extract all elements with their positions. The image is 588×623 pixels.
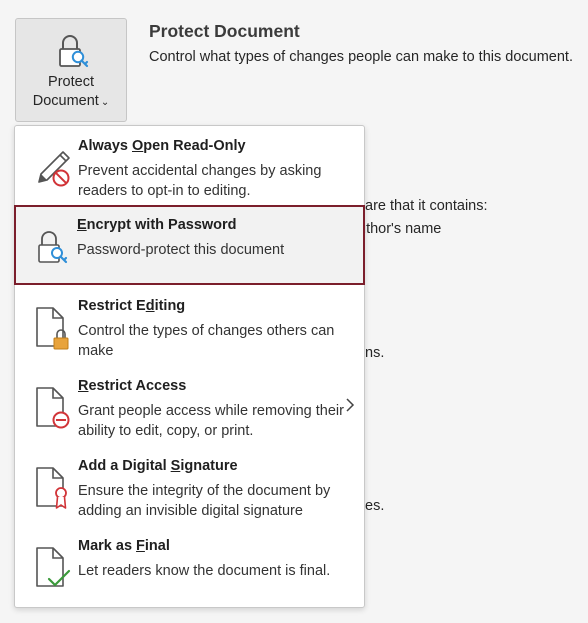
document-check-icon — [36, 547, 71, 587]
menu-item-description: Ensure the integrity of the document by … — [78, 483, 331, 519]
menu-item-encrypt-with-password[interactable]: Encrypt with Password Password-protect t… — [14, 205, 365, 285]
menu-item-title: Always Open Read-Only — [78, 138, 246, 154]
chevron-right-icon — [346, 398, 355, 412]
menu-item-description: Prevent accidental changes by asking rea… — [78, 163, 322, 199]
menu-item-description: Control the types of changes others can … — [78, 323, 335, 359]
menu-item-title: Mark as Final — [78, 538, 170, 554]
menu-item-description: Let readers know the document is final. — [78, 563, 331, 579]
menu-item-title: Restrict Editing — [78, 298, 186, 314]
menu-item-description: Password-protect this document — [77, 242, 285, 258]
background-text-4: es. — [365, 498, 385, 514]
menu-item-restrict-access[interactable]: Restrict Access Grant people access whil… — [15, 366, 364, 446]
background-text-3: ns. — [365, 345, 385, 361]
section-description: Control what types of changes people can… — [149, 49, 573, 65]
protect-document-menu: Always Open Read-Only Prevent accidental… — [14, 125, 365, 608]
lock-key-icon — [38, 231, 68, 264]
background-text-2: uthor's name — [358, 221, 442, 237]
protect-label-line1: Protect — [48, 74, 94, 90]
background-text-1: are that it contains: — [365, 198, 488, 214]
menu-item-title: Encrypt with Password — [77, 217, 237, 233]
section-title: Protect Document — [149, 21, 300, 41]
pencil-prohibited-icon — [38, 151, 70, 187]
chevron-down-icon: ⌄ — [100, 97, 110, 108]
protect-document-label: Protect Document ⌄ — [16, 73, 126, 112]
menu-item-always-open-read-only[interactable]: Always Open Read-Only Prevent accidental… — [15, 126, 364, 206]
menu-item-restrict-editing[interactable]: Restrict Editing Control the types of ch… — [15, 286, 364, 366]
lock-key-icon — [59, 35, 89, 68]
protect-document-button[interactable]: Protect Document ⌄ — [15, 18, 127, 122]
document-ribbon-icon — [36, 467, 67, 509]
menu-item-mark-as-final[interactable]: Mark as Final Let readers know the docum… — [15, 526, 364, 606]
protect-label-line2: Document — [32, 93, 99, 109]
menu-item-description: Grant people access while removing their… — [78, 403, 344, 439]
menu-item-title: Restrict Access — [78, 378, 187, 394]
document-restricted-icon — [36, 387, 70, 429]
menu-item-title: Add a Digital Signature — [78, 458, 238, 474]
protect-document-pane: Protect Document ⌄ Protect Document Contr… — [0, 0, 588, 623]
menu-item-add-digital-signature[interactable]: Add a Digital Signature Ensure the integ… — [15, 446, 364, 526]
document-lock-icon — [36, 307, 69, 350]
